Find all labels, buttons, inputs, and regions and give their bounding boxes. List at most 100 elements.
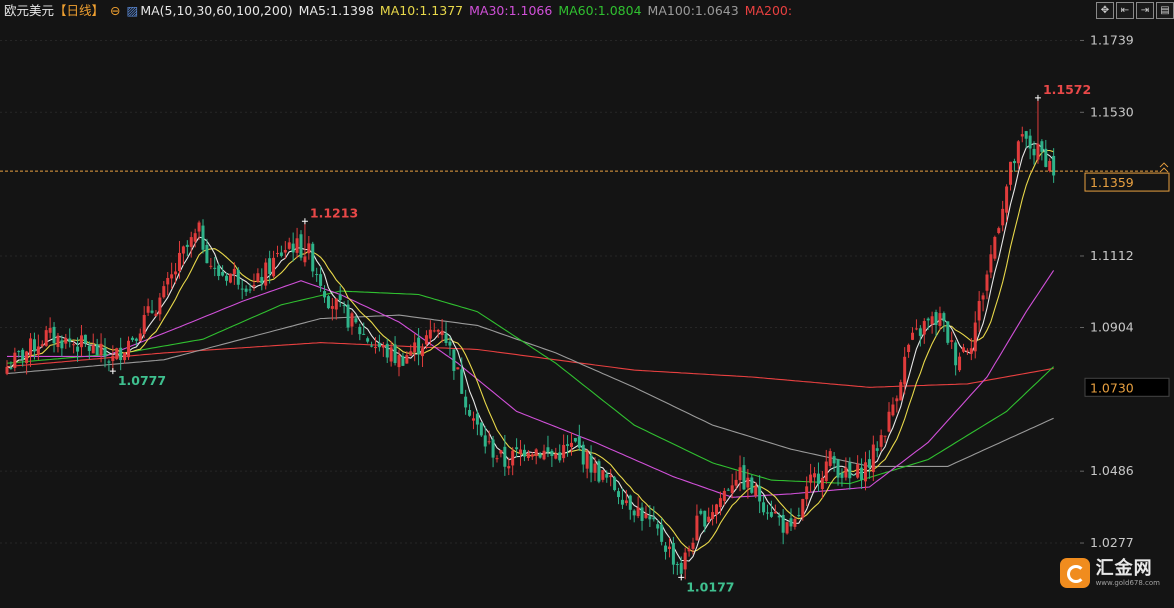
candle-body — [581, 444, 585, 465]
candle-body — [711, 512, 715, 519]
instrument-name[interactable]: 欧元美元 — [4, 3, 54, 18]
chart-type-icon[interactable]: ▤ — [1156, 2, 1174, 19]
ma-params[interactable]: MA(5,10,30,60,100,200) — [140, 3, 292, 18]
candle-body — [268, 258, 272, 275]
candle-body — [762, 502, 766, 513]
candle-body — [456, 367, 460, 370]
candle-body — [291, 243, 295, 253]
jump-first-icon[interactable]: ⇤ — [1116, 2, 1134, 19]
candle-body — [405, 355, 409, 364]
candle-body — [781, 514, 785, 533]
candle-body — [56, 335, 60, 347]
ma100-value: MA100:1.0643 — [647, 3, 739, 18]
candle-body — [538, 453, 542, 458]
candle-body — [334, 298, 338, 310]
candlestick-chart[interactable]: 1.0777 1.1213 1.0177 1.1572 1.1739 1.1530 1.1… — [0, 0, 1174, 608]
candle-body — [205, 245, 209, 264]
candle-body — [452, 349, 456, 371]
candle-body — [134, 338, 138, 341]
candle-body — [585, 451, 589, 469]
candle-body — [256, 273, 260, 282]
candle-body — [660, 524, 664, 542]
marked-price-label: 1.0730 — [1090, 380, 1134, 395]
candle-body — [852, 474, 856, 476]
candle — [326, 294, 330, 310]
candle-body — [5, 366, 9, 374]
candle-body — [232, 268, 236, 275]
candle-body — [217, 265, 221, 277]
candle-body — [969, 348, 973, 354]
candle-body — [1040, 141, 1044, 152]
candle-body — [577, 436, 581, 448]
candle-body — [914, 328, 918, 330]
candle-body — [385, 343, 389, 358]
candle-body — [413, 342, 417, 353]
candle — [299, 230, 303, 261]
candle-body — [683, 552, 687, 570]
candle-body — [83, 334, 87, 344]
candle-body — [801, 498, 805, 518]
chart-header: 欧元美元【日线】 ⊖ ▨ MA(5,10,30,60,100,200) MA5:1.13… — [4, 2, 798, 20]
candle-body — [950, 340, 954, 342]
candle-body — [648, 516, 652, 520]
candle-body — [377, 342, 381, 348]
candle-body — [60, 340, 64, 349]
candle-body — [252, 284, 256, 287]
candle-body — [797, 514, 801, 517]
candle — [456, 367, 460, 370]
period-toggle-icon[interactable]: ⊖ — [110, 3, 120, 18]
candle-body — [499, 450, 503, 454]
candle-body — [809, 474, 813, 483]
candle-body — [656, 524, 660, 529]
candle-body — [185, 244, 189, 247]
candle-body — [558, 452, 562, 461]
jump-last-icon[interactable]: ⇥ — [1136, 2, 1154, 19]
candle-body — [91, 345, 95, 354]
candle-body — [722, 490, 726, 501]
candle-body — [687, 548, 691, 552]
ma200-value: MA200: — [744, 3, 793, 18]
candle-body — [899, 382, 903, 401]
candle-body — [72, 344, 76, 346]
candle-body — [1048, 160, 1052, 171]
candle-body — [21, 349, 25, 360]
candle-body — [503, 446, 507, 467]
candle-body — [177, 252, 181, 272]
candle-body — [448, 341, 452, 346]
move-tool-icon[interactable]: ✥ — [1096, 2, 1114, 19]
candle-body — [436, 329, 440, 332]
candle-body — [221, 271, 225, 276]
candle-body — [1009, 161, 1013, 185]
candle-body — [32, 339, 36, 352]
candle-body — [773, 511, 777, 514]
candle-body — [283, 249, 287, 253]
candle-body — [389, 347, 393, 362]
candle-body — [279, 252, 283, 256]
candle-body — [299, 234, 303, 258]
candle-body — [887, 411, 891, 432]
candle-body — [475, 413, 479, 425]
candle-body — [174, 271, 178, 275]
candle-body — [617, 491, 621, 498]
current-price-label: 1.1359 — [1090, 175, 1134, 190]
candle-body — [428, 329, 432, 339]
candle-body — [918, 328, 922, 336]
candle-body — [867, 459, 871, 468]
tick-label: 1.1739 — [1090, 32, 1134, 47]
candle-body — [860, 467, 864, 480]
candle-body — [107, 361, 111, 363]
candle-body — [985, 274, 989, 291]
period-label[interactable]: 【日线】 — [54, 3, 104, 18]
candle-body — [1024, 131, 1028, 139]
candle-body — [362, 333, 366, 335]
candle-body — [397, 355, 401, 368]
candle-body — [424, 335, 428, 345]
candle-body — [111, 355, 115, 362]
candle-body — [981, 295, 985, 300]
candle-body — [871, 444, 875, 473]
candle-body — [142, 314, 146, 334]
ma-indicator-icon[interactable]: ▨ — [127, 3, 139, 18]
candle-body — [209, 265, 213, 267]
candle — [613, 475, 617, 492]
candle-body — [601, 470, 605, 480]
